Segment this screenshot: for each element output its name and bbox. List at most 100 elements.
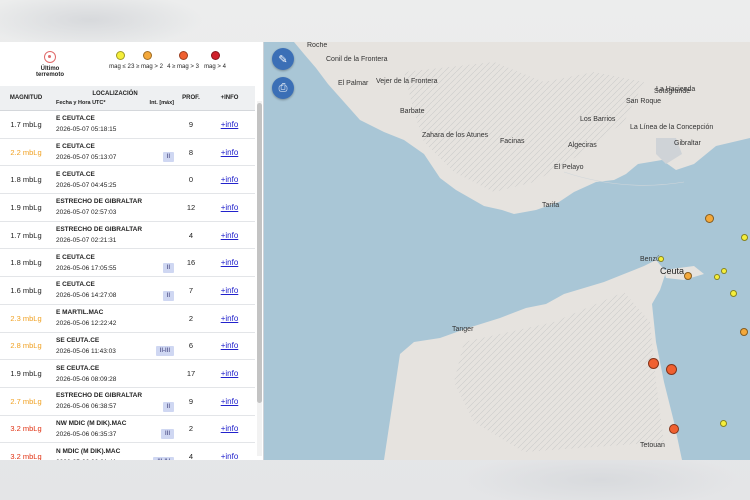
more-info-link[interactable]: +info [221,286,239,295]
pencil-icon: ✎ [278,53,288,66]
location-name: E CEUTA.CE [56,281,95,289]
table-row[interactable]: 2.8 mbLg SE CEUTA.CE 2026-05-06 11:43:03 II… [0,332,255,361]
location-name: ESTRECHO DE GIBRALTAR [56,198,143,206]
location-cell: E MARTIL.MAC 2026-05-06 12:22:42 [52,304,178,333]
legend-dot-3 [178,51,188,60]
more-info-link[interactable]: +info [221,341,239,350]
map-label: San Roque [626,98,662,105]
quake-marker[interactable] [740,328,748,336]
more-info-link[interactable]: +info [221,203,239,212]
legend-dot-2 [142,51,152,60]
location-name: SE CEUTA.CE [56,336,100,344]
table-row[interactable]: 2.3 mbLg E MARTIL.MAC 2026-05-06 12:22:42 2… [0,304,255,333]
table-row[interactable]: 2.2 mbLg E CEUTA.CE 2026-05-07 05:13:07 II 8… [0,138,255,167]
table-row[interactable]: 1.7 mbLg ESTRECHO DE GIBRALTAR 2026-05-07 … [0,221,255,250]
info-cell: +info [204,221,255,250]
table-row[interactable]: 1.8 mbLg E CEUTA.CE 2026-05-06 17:05:55 II 1… [0,248,255,278]
depth-cell: 17 [178,359,204,388]
quake-marker[interactable] [741,234,748,241]
map-label: Los Barrios [580,116,616,123]
table-row[interactable]: 1.8 mbLg E CEUTA.CE 2026-05-07 04:45:25 0 +i… [0,165,255,195]
more-info-link[interactable]: +info [221,424,239,433]
magnitude-cell: 1.7 mbLg [0,110,52,139]
location-cell: ESTRECHO DE GIBRALTAR 2026-05-06 06:38:57… [52,387,178,416]
quake-marker[interactable] [648,358,659,369]
map-label: Ceuta [660,266,685,276]
magnitude-cell: 3.2 mbLg [0,442,52,460]
location-cell: E CEUTA.CE 2026-05-06 14:27:08 II [52,276,178,305]
depth-cell: 7 [178,276,204,305]
quake-marker[interactable] [666,364,677,375]
table-row[interactable]: 3.2 mbLg NW MDIC (M DIK).MAC 2026-05-06 06… [0,415,255,444]
quake-marker[interactable] [669,424,679,434]
event-datetime: 2026-05-06 06:38:57 [56,403,117,411]
quake-marker[interactable] [684,272,692,280]
location-cell: E CEUTA.CE 2026-05-06 17:05:55 II [52,248,178,278]
map-label: Tanger [452,326,474,333]
map-label: La Línea de la Concepción [630,124,714,131]
depth-cell: 2 [178,304,204,333]
table-row[interactable]: 1.9 mbLg ESTRECHO DE GIBRALTAR 2026-05-07 … [0,193,255,222]
map-view[interactable]: Roche Conil de la Frontera El Palmar Vej… [264,42,750,460]
quake-marker[interactable] [721,268,727,274]
table-row[interactable]: 2.7 mbLg ESTRECHO DE GIBRALTAR 2026-05-06 … [0,387,255,416]
more-info-link[interactable]: +info [221,148,239,157]
event-datetime: 2026-05-06 08:09:28 [56,375,117,383]
magnitude-legend: Último terremoto mag ≤ 2 3 ≥ mag > 2 4 ≥… [0,42,263,86]
info-cell: +info [204,442,255,460]
location-name: E CEUTA.CE [56,115,95,123]
intensity-badge: II [162,401,174,412]
table-row[interactable]: 1.9 mbLg SE CEUTA.CE 2026-05-06 08:09:28 17… [0,359,255,388]
legend-last-quake: Último terremoto [30,51,70,78]
quake-marker[interactable] [720,420,727,427]
col-header-info: +INFO [204,86,255,111]
legend-dot-1 [115,51,125,60]
legend-range-4: mag > 4 [198,51,232,70]
table-row[interactable]: 1.6 mbLg E CEUTA.CE 2026-05-06 14:27:08 II 7… [0,276,255,305]
intensity-badge: II [162,290,174,301]
more-info-link[interactable]: +info [221,397,239,406]
event-datetime: 2026-05-07 05:18:15 [56,126,117,134]
app-frame: Último terremoto mag ≤ 2 3 ≥ mag > 2 4 ≥… [0,42,750,460]
location-name: ESTRECHO DE GIBRALTAR [56,226,143,234]
quake-marker[interactable] [730,290,737,297]
table-row[interactable]: 1.7 mbLg E CEUTA.CE 2026-05-07 05:18:15 9 +i… [0,110,255,139]
col-header-localizacion[interactable]: LOCALIZACIÓN Fecha y Hora UTC* Int. [máx… [52,86,178,111]
legend-range-3: 4 ≥ mag > 3 [166,51,200,70]
location-cell: SE CEUTA.CE 2026-05-06 08:09:28 [52,359,178,388]
more-info-link[interactable]: +info [221,314,239,323]
location-name: SE CEUTA.CE [56,364,100,372]
quake-marker[interactable] [658,256,664,262]
more-info-link[interactable]: +info [221,452,239,460]
quake-marker[interactable] [714,274,720,280]
location-name: E CEUTA.CE [56,253,95,261]
more-info-link[interactable]: +info [221,369,239,378]
info-cell: +info [204,359,255,388]
more-info-link[interactable]: +info [221,258,239,267]
col-header-magnitud[interactable]: MAGNITUD [0,86,52,111]
magnitude-cell: 1.9 mbLg [0,193,52,222]
legend-range-label: mag > 4 [204,64,226,70]
magnitude-cell: 2.7 mbLg [0,387,52,416]
print-button[interactable]: ⎙ [272,77,294,99]
depth-cell: 4 [178,442,204,460]
event-datetime: 2026-05-07 05:13:07 [56,154,117,162]
more-info-link[interactable]: +info [221,120,239,129]
more-info-link[interactable]: +info [221,231,239,240]
scrollbar-thumb[interactable] [257,103,262,403]
draw-button[interactable]: ✎ [272,48,294,70]
event-datetime: 2026-05-06 17:05:55 [56,264,117,272]
location-name: E CEUTA.CE [56,143,95,151]
magnitude-cell: 1.8 mbLg [0,248,52,278]
more-info-link[interactable]: +info [221,175,239,184]
magnitude-cell: 2.2 mbLg [0,138,52,167]
depth-cell: 0 [178,165,204,195]
table-scrollbar[interactable] [257,101,262,456]
col-header-prof[interactable]: PROF. [178,86,204,111]
depth-cell: 9 [178,387,204,416]
map-label: Gibraltar [674,140,701,147]
table-row[interactable]: 3.2 mbLgN MDIC (M DIK).MAC2026-05-06 06:… [0,442,255,460]
depth-cell: 4 [178,221,204,250]
quake-marker[interactable] [705,214,714,223]
magnitude-cell: 2.3 mbLg [0,304,52,333]
